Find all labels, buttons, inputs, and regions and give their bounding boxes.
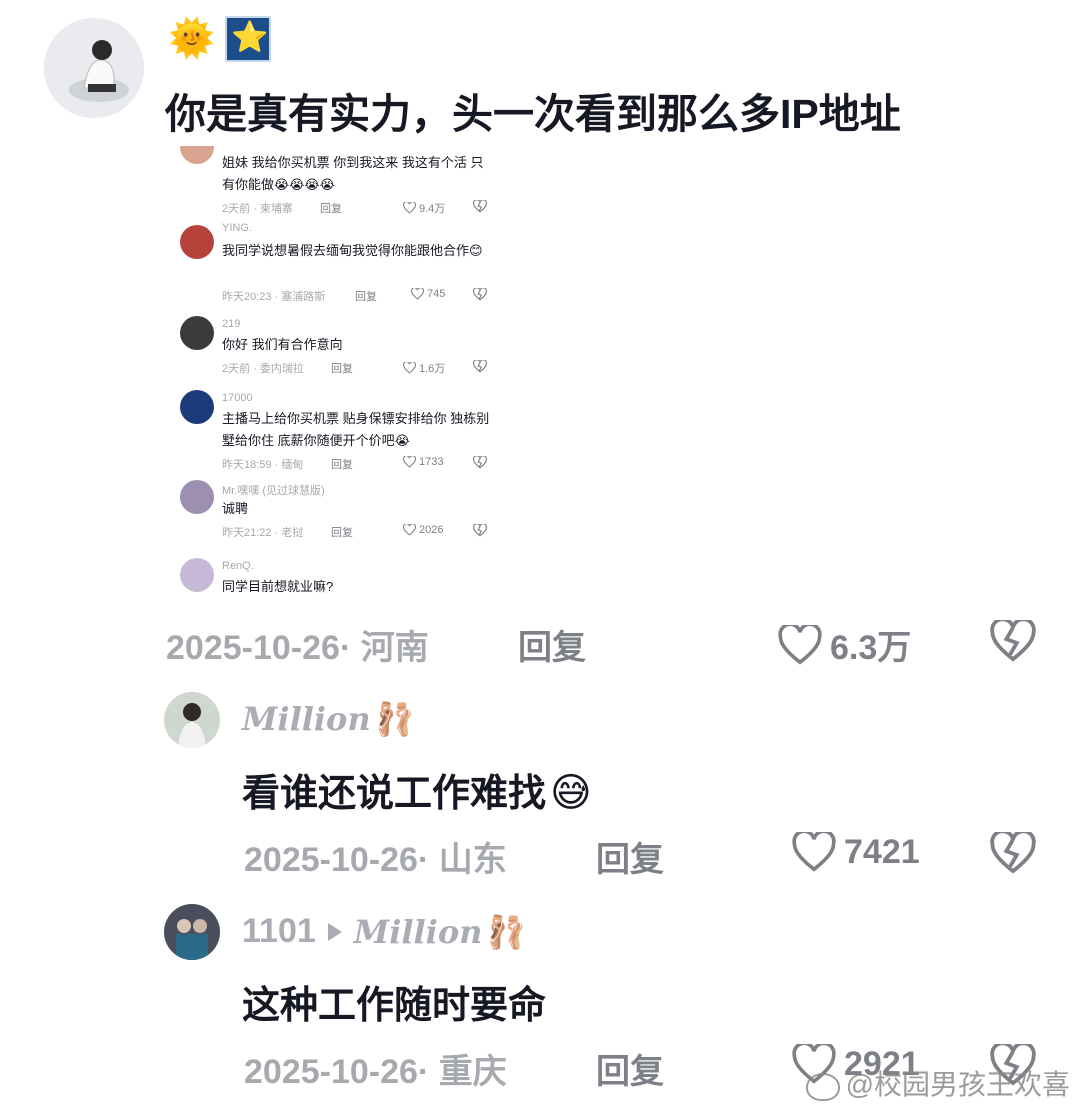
- embedded-avatar: [180, 146, 214, 164]
- reply-meta: 2025-10-26· 山东: [244, 841, 507, 879]
- like-button[interactable]: 6.3万: [778, 620, 911, 669]
- star-badge-icon: ⭐: [225, 16, 272, 62]
- like-count: 7421: [844, 832, 920, 871]
- embedded-comment-text: 主播马上给你买机票 贴身保镖安排给你 独栋别墅给你住 底薪你随便开个价吧😭: [222, 411, 490, 448]
- heart-outline-icon: [403, 362, 416, 374]
- heart-outline-icon: [411, 288, 424, 300]
- embedded-avatar: [180, 225, 214, 259]
- reply-button[interactable]: 回复: [518, 620, 586, 669]
- broken-heart-icon[interactable]: [473, 200, 487, 213]
- heart-outline-icon: [403, 456, 416, 468]
- embedded-like-button[interactable]: 2026: [403, 524, 443, 536]
- embedded-like-button[interactable]: 1.6万: [403, 360, 445, 376]
- embedded-like-button[interactable]: 1733: [403, 456, 443, 468]
- ballet-shoes-icon: 🩰: [486, 912, 527, 951]
- embedded-comment-meta: 昨天21:22 · 老挝: [222, 527, 304, 539]
- broken-heart-icon[interactable]: [473, 524, 487, 537]
- ballet-shoes-icon: 🩰: [374, 700, 415, 738]
- embedded-avatar: [180, 558, 214, 592]
- embedded-comment: YING. 我同学说想暑假去缅甸我觉得你能跟他合作😊 昨天20:23 · 塞浦路…: [175, 220, 495, 310]
- embedded-comment-text: 同学目前想就业嘛?: [222, 579, 334, 594]
- heart-outline-icon: [403, 524, 416, 536]
- embedded-avatar: [180, 316, 214, 350]
- embedded-comment-meta: 昨天20:23 · 塞浦路斯: [222, 291, 326, 303]
- embedded-comment-meta: 2天前 · 委内瑞拉: [222, 363, 304, 375]
- heart-outline-icon: [778, 624, 822, 665]
- embedded-comment-text: 我同学说想暑假去缅甸我觉得你能跟他合作😊: [222, 243, 483, 258]
- reply-text: 这种工作随时要命: [242, 985, 547, 1027]
- embedded-comment: 姐妹 我给你买机票 你到我这来 我这有个活 只有你能做😭😭😭😭 2天前 · 柬埔…: [175, 146, 495, 216]
- weibo-logo-icon: [805, 1072, 840, 1101]
- reply-avatar[interactable]: [164, 904, 220, 960]
- embedded-like-button[interactable]: 9.4万: [403, 200, 445, 216]
- heart-outline-icon: [792, 832, 836, 872]
- embedded-comment: 17000 主播马上给你买机票 贴身保镖安排给你 独栋别墅给你住 底薪你随便开个…: [175, 390, 495, 476]
- badge-row: 🌞 ⭐: [168, 16, 272, 62]
- embedded-avatar: [180, 480, 214, 514]
- sun-emoji-icon: 🌞: [168, 18, 216, 60]
- embedded-screenshot: 姐妹 我给你买机票 你到我这来 我这有个活 只有你能做😭😭😭😭 2天前 · 柬埔…: [175, 146, 495, 608]
- embedded-avatar: [180, 390, 214, 424]
- reply-text: 看谁还说工作难找 😅: [242, 771, 592, 815]
- reply-username[interactable]: Million 🩰: [242, 700, 415, 738]
- embedded-username: Mr.嘿嘿 (见过球慧版): [222, 485, 325, 497]
- embedded-reply-button[interactable]: 回复: [331, 456, 353, 472]
- broken-heart-icon[interactable]: [473, 288, 487, 301]
- embedded-username: RenQ.: [222, 560, 254, 572]
- embedded-reply-button[interactable]: 回复: [331, 360, 353, 376]
- like-count: 6.3万: [830, 629, 912, 667]
- avatar-image-icon: [164, 692, 220, 748]
- reply-header: 1101 Million 🩰: [242, 912, 526, 951]
- like-button[interactable]: 7421: [792, 832, 920, 872]
- embedded-like-button[interactable]: 745: [411, 288, 445, 300]
- weibo-watermark: @校园男孩王欢喜: [805, 1063, 1070, 1103]
- embedded-comment: RenQ. 同学目前想就业嘛?: [175, 558, 495, 608]
- reply-button[interactable]: 回复: [596, 832, 664, 881]
- main-comment-meta: 2025-10-26· 河南: [166, 629, 429, 667]
- reply-avatar[interactable]: [164, 692, 220, 748]
- embedded-comment: 219 你好 我们有合作意向 2天前 · 委内瑞拉 回复 1.6万: [175, 316, 495, 380]
- embedded-comment: Mr.嘿嘿 (见过球慧版) 诚聘 昨天21:22 · 老挝 回复 2026: [175, 480, 495, 544]
- embedded-comment-meta: 2天前 · 柬埔寨: [222, 203, 293, 215]
- embedded-username: 219: [222, 318, 241, 330]
- embedded-comment-text: 诚聘: [222, 501, 249, 516]
- embedded-username: YING.: [222, 222, 252, 234]
- main-comment-text: 你是真有实力，头一次看到那么多IP地址: [165, 91, 901, 137]
- reply-to-username[interactable]: Million 🩰: [354, 913, 527, 951]
- reply-user-id[interactable]: 1101: [242, 912, 316, 951]
- commenter-avatar[interactable]: [44, 18, 144, 118]
- reply-to-arrow-icon: [327, 922, 342, 941]
- reply-button[interactable]: 回复: [596, 1044, 664, 1093]
- embedded-comment-text: 你好 我们有合作意向: [222, 337, 343, 352]
- reply-meta: 2025-10-26· 重庆: [244, 1053, 507, 1091]
- broken-heart-icon[interactable]: [990, 620, 1036, 662]
- avatar-image-icon: [164, 904, 220, 960]
- embedded-comment-text: 姐妹 我给你买机票 你到我这来 我这有个活 只有你能做😭😭😭😭: [222, 155, 484, 192]
- broken-heart-icon[interactable]: [473, 360, 487, 373]
- embedded-reply-button[interactable]: 回复: [320, 200, 342, 216]
- avatar-image-icon: [44, 18, 144, 118]
- heart-outline-icon: [403, 202, 416, 214]
- broken-heart-icon[interactable]: [990, 832, 1036, 874]
- embedded-comment-meta: 昨天18:59 · 缅甸: [222, 459, 304, 471]
- grimace-emoji-icon: 😅: [550, 771, 592, 815]
- embedded-reply-button[interactable]: 回复: [331, 524, 353, 540]
- embedded-username: 17000: [222, 392, 253, 404]
- broken-heart-icon[interactable]: [473, 456, 487, 469]
- embedded-reply-button[interactable]: 回复: [355, 288, 377, 304]
